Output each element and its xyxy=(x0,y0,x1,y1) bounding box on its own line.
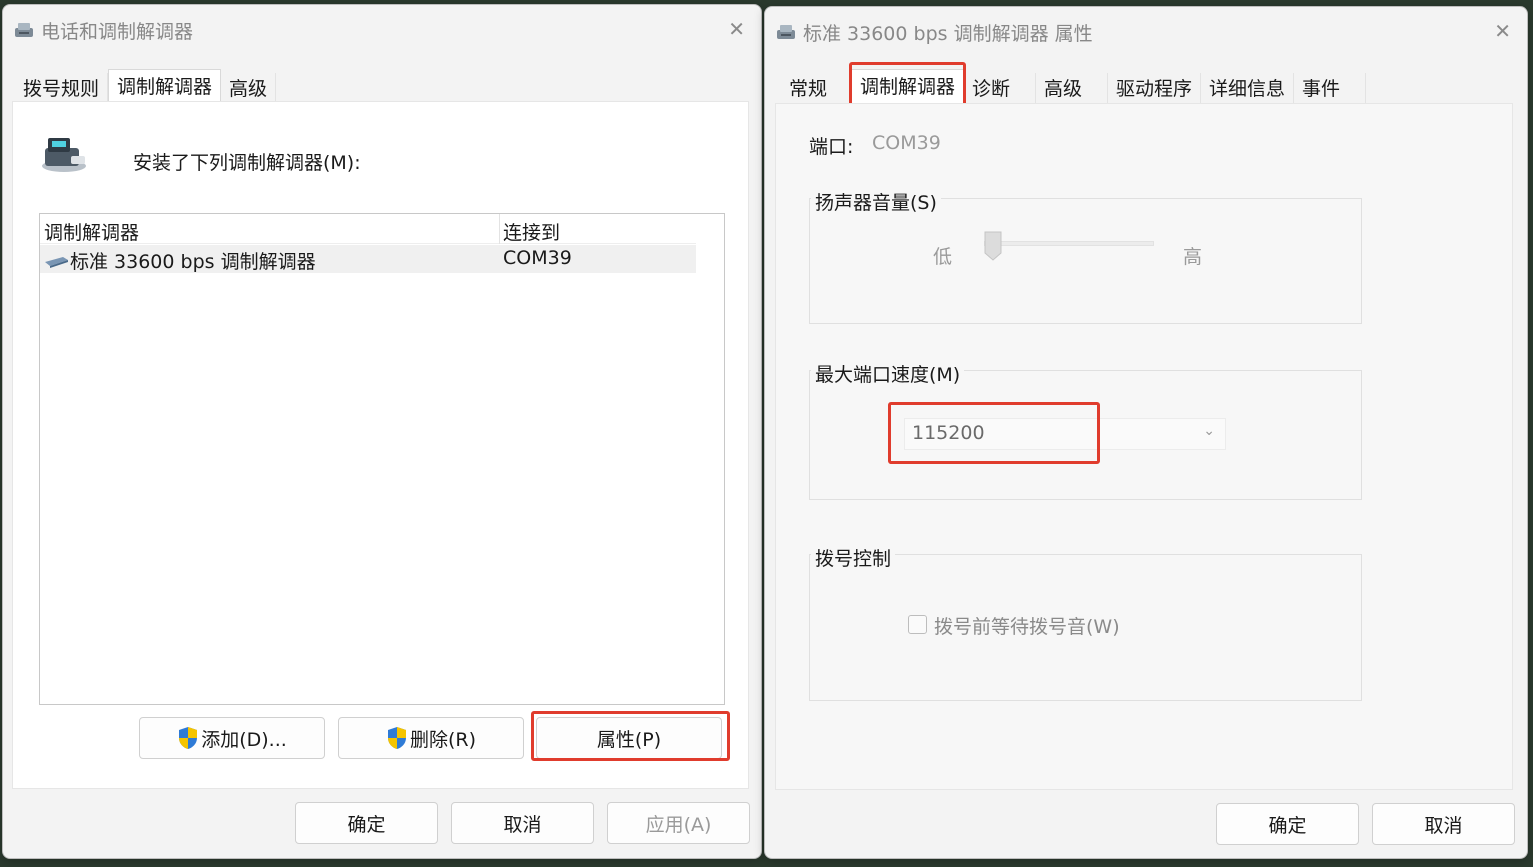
port-label: 端口: xyxy=(809,136,854,158)
window-title: 标准 33600 bps 调制解调器 属性 xyxy=(803,22,1093,45)
tab-advanced[interactable]: 高级 xyxy=(1036,73,1109,105)
modem-phone-icon xyxy=(42,138,86,172)
modem-device-icon xyxy=(45,257,68,268)
tab-bar: 拨号规则 调制解调器 高级 xyxy=(15,69,277,105)
speaker-volume-label: 扬声器音量(S) xyxy=(811,188,941,215)
close-icon[interactable]: ✕ xyxy=(1494,19,1511,43)
column-header-modem[interactable]: 调制解调器 xyxy=(44,218,139,245)
tab-modems[interactable]: 调制解调器 xyxy=(108,69,222,105)
volume-slider[interactable] xyxy=(984,229,1154,269)
slider-thumb[interactable] xyxy=(984,231,1002,261)
dial-control-label: 拨号控制 xyxy=(811,544,896,571)
slider-track xyxy=(984,241,1154,246)
modem-settings-panel: 端口: COM39 扬声器音量(S) 低 高 最大端口速度(M) 115200 … xyxy=(775,103,1513,790)
tab-bar: 常规 调制解调器 诊断 高级 驱动程序 详细信息 事件 xyxy=(781,69,1367,105)
apply-button[interactable]: 应用(A) xyxy=(607,802,750,844)
list-header: 调制解调器 连接到 xyxy=(40,214,696,244)
chevron-down-icon: ⌄ xyxy=(1203,423,1215,439)
tab-general[interactable]: 常规 xyxy=(781,73,851,105)
add-button[interactable]: 添加(D)... xyxy=(139,717,325,759)
tab-driver[interactable]: 驱动程序 xyxy=(1108,73,1202,105)
volume-high-label: 高 xyxy=(1183,246,1203,268)
max-port-speed-label: 最大端口速度(M) xyxy=(811,360,965,387)
installed-label: 安装了下列调制解调器(M): xyxy=(133,152,361,174)
close-icon[interactable]: ✕ xyxy=(728,17,745,41)
port-value: COM39 xyxy=(872,132,941,154)
remove-button[interactable]: 删除(R) xyxy=(338,717,524,759)
ok-button[interactable]: 确定 xyxy=(1216,803,1359,845)
wait-dial-tone-checkbox[interactable] xyxy=(908,615,927,634)
titlebar: 电话和调制解调器 ✕ xyxy=(3,5,761,55)
cancel-button[interactable]: 取消 xyxy=(1372,803,1515,845)
uac-shield-icon xyxy=(179,727,198,749)
ok-button[interactable]: 确定 xyxy=(295,802,438,844)
modem-name: 标准 33600 bps 调制解调器 xyxy=(70,251,316,273)
volume-low-label: 低 xyxy=(933,246,953,268)
port-speed-select[interactable]: 115200 ⌄ xyxy=(904,418,1226,450)
add-label: 添加(D)... xyxy=(201,728,287,751)
window-title: 电话和调制解调器 xyxy=(41,20,194,43)
phone-modem-icon xyxy=(15,23,33,37)
wait-dial-tone-label[interactable]: 拨号前等待拨号音(W) xyxy=(934,612,1120,639)
table-row[interactable]: 标准 33600 bps 调制解调器 COM39 xyxy=(40,245,696,273)
modems-list[interactable]: 调制解调器 连接到 标准 33600 bps 调制解调器 COM39 xyxy=(39,213,725,705)
column-divider[interactable] xyxy=(499,214,500,244)
phone-modem-icon xyxy=(777,25,795,39)
titlebar: 标准 33600 bps 调制解调器 属性 ✕ xyxy=(765,7,1527,57)
modems-panel: 安装了下列调制解调器(M): 调制解调器 连接到 标准 33600 bps 调制… xyxy=(12,101,749,789)
modem-properties-dialog: 标准 33600 bps 调制解调器 属性 ✕ 常规 调制解调器 诊断 高级 驱… xyxy=(764,6,1528,859)
uac-shield-icon xyxy=(387,727,406,749)
tab-diagnostics[interactable]: 诊断 xyxy=(964,73,1037,105)
tab-modem[interactable]: 调制解调器 xyxy=(851,69,965,105)
modem-port: COM39 xyxy=(503,247,572,269)
tab-details[interactable]: 详细信息 xyxy=(1201,73,1295,105)
cancel-button[interactable]: 取消 xyxy=(451,802,594,844)
properties-button[interactable]: 属性(P) xyxy=(536,717,722,759)
column-header-port[interactable]: 连接到 xyxy=(503,218,560,245)
tab-events[interactable]: 事件 xyxy=(1294,73,1367,105)
remove-label: 删除(R) xyxy=(409,728,477,751)
port-speed-value: 115200 xyxy=(912,422,985,444)
phone-modem-dialog: 电话和调制解调器 ✕ 拨号规则 调制解调器 高级 安装了下列调制解调器(M): … xyxy=(2,4,762,859)
